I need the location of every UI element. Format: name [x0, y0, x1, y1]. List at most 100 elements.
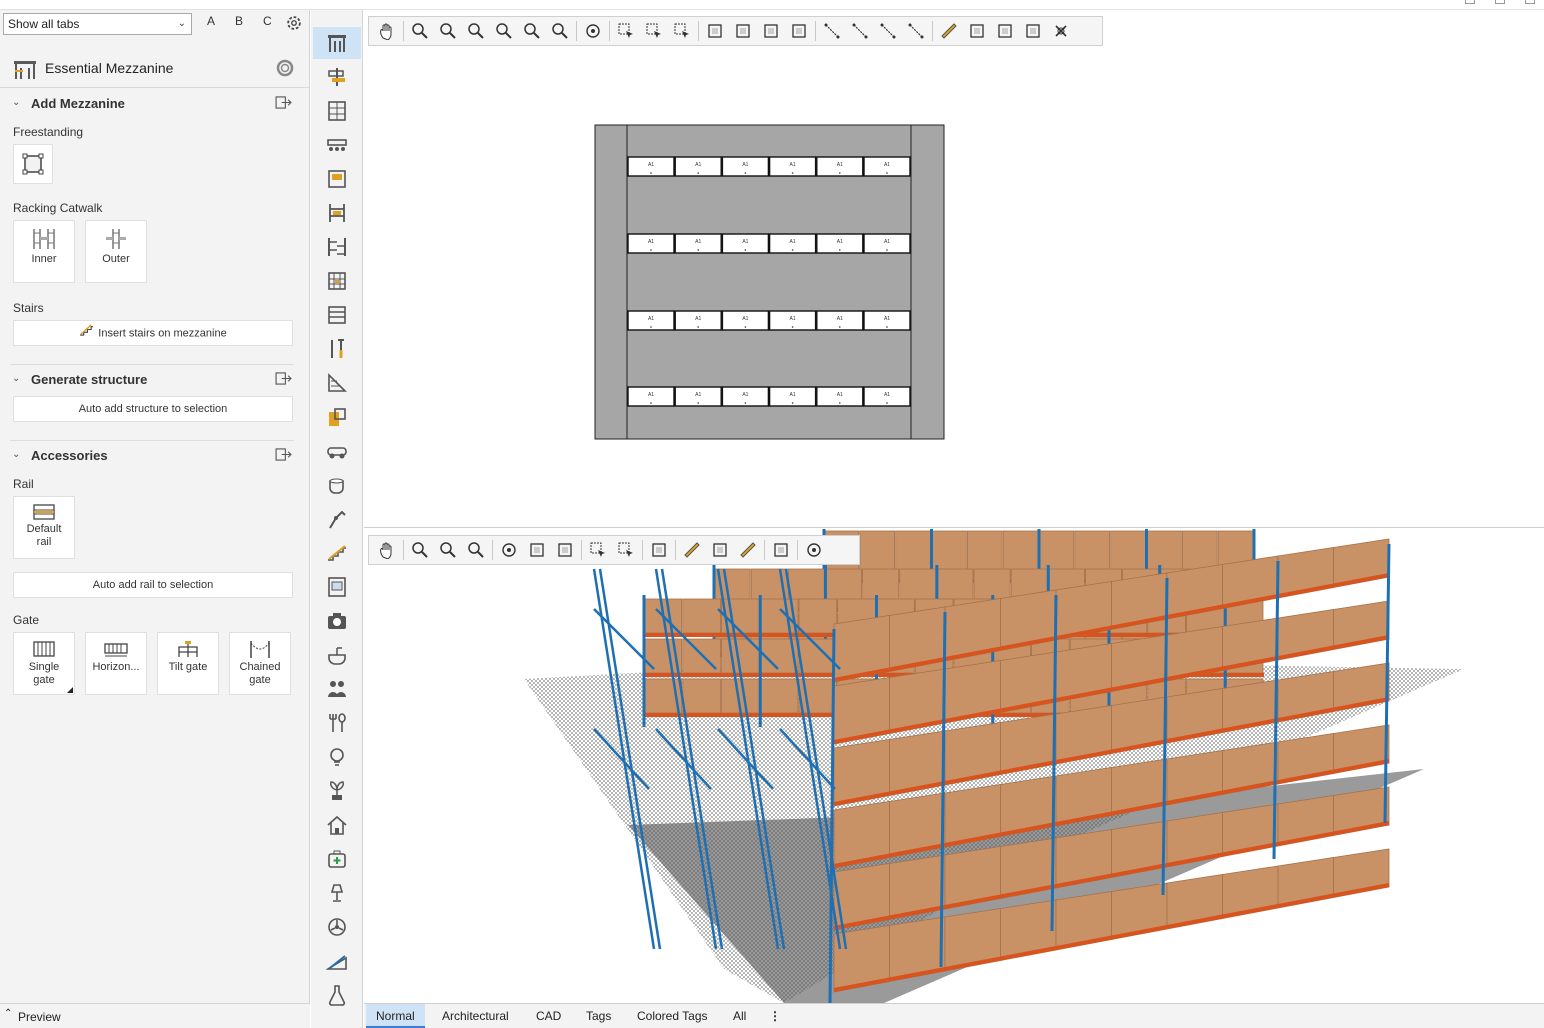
measure-icon[interactable]: [678, 537, 706, 563]
dropdown-corner-icon[interactable]: [67, 687, 73, 693]
lamp-icon[interactable]: [313, 877, 361, 909]
rack-bay[interactable]: A1: [721, 156, 770, 177]
drive-in-icon[interactable]: [313, 265, 361, 297]
ramp-icon[interactable]: [313, 945, 361, 977]
rack-bay[interactable]: A1: [816, 156, 864, 177]
filter-c-button[interactable]: C: [263, 14, 272, 28]
mezzanine-icon[interactable]: [313, 27, 361, 59]
single-gate-button[interactable]: Single gate: [13, 632, 75, 695]
snap-corner-icon[interactable]: [645, 537, 673, 563]
zoom-in-icon[interactable]: [406, 537, 434, 563]
first-aid-icon[interactable]: [313, 843, 361, 875]
fit-view-icon[interactable]: [523, 537, 551, 563]
rack-bay[interactable]: A1: [863, 156, 911, 177]
plan-view-2d[interactable]: A1 A1 A1 A1 A1 A1 A1 A1 A1 A1 A1 A1 A1 A1 A1 A1 A1 A1 A1 A1…: [364, 10, 1544, 528]
plant-icon[interactable]: [313, 775, 361, 807]
inner-catwalk-button[interactable]: Inner: [13, 220, 75, 283]
maximize-icon[interactable]: [1495, 0, 1505, 4]
rack-bay[interactable]: A1: [627, 156, 675, 177]
tab-normal[interactable]: Normal: [366, 1004, 425, 1028]
vehicle-icon[interactable]: [313, 435, 361, 467]
coffee-icon[interactable]: [313, 469, 361, 501]
signpost-icon[interactable]: [313, 61, 361, 93]
export-icon[interactable]: [275, 372, 292, 388]
export-icon[interactable]: [275, 96, 292, 112]
rack-bay[interactable]: A1: [768, 233, 817, 254]
lightbulb-icon[interactable]: [313, 741, 361, 773]
rack-bay[interactable]: A1: [674, 233, 722, 254]
rack-bay[interactable]: A1: [721, 310, 770, 331]
robot-arm-icon[interactable]: [313, 503, 361, 535]
close-window-icon[interactable]: [1525, 0, 1535, 4]
settings-gear-icon[interactable]: [285, 14, 303, 32]
racking-icon[interactable]: [313, 197, 361, 229]
tab-cad[interactable]: CAD: [526, 1004, 571, 1028]
kitchen-icon[interactable]: [313, 707, 361, 739]
help-lifebuoy-icon[interactable]: [276, 59, 294, 80]
rack-bay[interactable]: A1: [768, 386, 817, 407]
auto-add-rail-button[interactable]: Auto add rail to selection: [13, 572, 293, 598]
tools-icon[interactable]: [313, 333, 361, 365]
sink-icon[interactable]: [313, 639, 361, 671]
tab-tags[interactable]: Tags: [576, 1004, 621, 1028]
bin-icon[interactable]: [313, 299, 361, 331]
tab-filter-select[interactable]: Show all tabs ⌄: [3, 13, 192, 35]
camera-icon[interactable]: [313, 605, 361, 637]
3d-view[interactable]: [364, 529, 1544, 1003]
rack-bay[interactable]: A1: [627, 310, 675, 331]
tilt-gate-button[interactable]: Tilt gate: [157, 632, 219, 695]
copy-block-icon[interactable]: [706, 537, 734, 563]
rack-bay[interactable]: A1: [816, 233, 864, 254]
fan-icon[interactable]: [313, 911, 361, 943]
orbit-icon[interactable]: [495, 537, 523, 563]
house-icon[interactable]: [313, 809, 361, 841]
zoom-window-icon[interactable]: [462, 537, 490, 563]
chained-gate-button[interactable]: Chained gate: [229, 632, 291, 695]
rack-bay[interactable]: A1: [674, 310, 722, 331]
window-icon[interactable]: [313, 571, 361, 603]
preview-toggle[interactable]: ⌃ Preview: [0, 1003, 310, 1028]
view-cube-icon[interactable]: [551, 537, 579, 563]
rack-bay[interactable]: A1: [674, 156, 722, 177]
rack-bay[interactable]: A1: [627, 233, 675, 254]
conveyor-icon[interactable]: [313, 129, 361, 161]
freestanding-button[interactable]: [13, 144, 53, 184]
filter-a-button[interactable]: A: [207, 14, 215, 28]
horizontal-gate-button[interactable]: Horizon...: [85, 632, 147, 695]
people-icon[interactable]: [313, 673, 361, 705]
lab-icon[interactable]: [313, 979, 361, 1011]
camera-settings-icon[interactable]: [767, 537, 795, 563]
minimize-icon[interactable]: [1465, 0, 1475, 4]
rack-bay[interactable]: A1: [768, 156, 817, 177]
zoom-out-icon[interactable]: [434, 537, 462, 563]
section-add-mezzanine[interactable]: ⌄ Add Mezzanine: [10, 94, 294, 116]
rack-bay[interactable]: A1: [721, 233, 770, 254]
rack-bay[interactable]: A1: [768, 310, 817, 331]
auto-add-structure-button[interactable]: Auto add structure to selection: [13, 396, 293, 422]
pan-tool-icon[interactable]: [373, 537, 401, 563]
block-icon[interactable]: [313, 401, 361, 433]
shelving-icon[interactable]: [313, 95, 361, 127]
delete-measure-icon[interactable]: [734, 537, 762, 563]
select-window-icon[interactable]: [584, 537, 612, 563]
tab-colored-tags[interactable]: Colored Tags: [627, 1004, 718, 1028]
rack-bay[interactable]: A1: [863, 386, 911, 407]
cantilever-icon[interactable]: [313, 231, 361, 263]
export-icon[interactable]: [275, 448, 292, 464]
filter-b-button[interactable]: B: [235, 14, 243, 28]
rack-bay[interactable]: A1: [721, 386, 770, 407]
rack-bay[interactable]: A1: [674, 386, 722, 407]
wall-icon[interactable]: [313, 367, 361, 399]
rack-bay[interactable]: A1: [863, 310, 911, 331]
pallet-icon[interactable]: [313, 163, 361, 195]
stairs-icon[interactable]: [313, 537, 361, 569]
center-view-icon[interactable]: [800, 537, 828, 563]
rack-bay[interactable]: A1: [627, 386, 675, 407]
select-filter-icon[interactable]: [612, 537, 640, 563]
more-tabs-icon[interactable]: ⋮: [759, 1004, 791, 1028]
rack-bay[interactable]: A1: [816, 310, 864, 331]
tab-all[interactable]: All: [723, 1004, 756, 1028]
insert-stairs-button[interactable]: Insert stairs on mezzanine: [13, 320, 293, 346]
default-rail-button[interactable]: Default rail: [13, 496, 75, 559]
section-generate-structure[interactable]: ⌄ Generate structure: [10, 370, 294, 392]
